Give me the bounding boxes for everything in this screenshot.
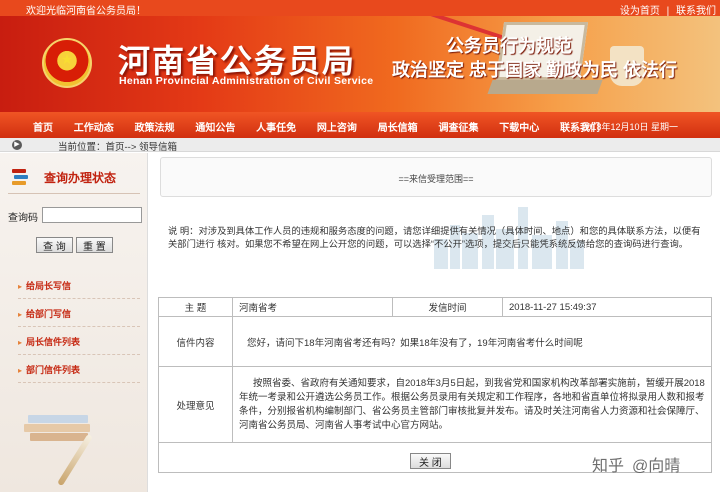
main-content: ==来信受理范围== 说 明：对涉及到具体工作人员的违规和服务态度的问题，请您详… xyxy=(150,153,720,492)
sidebar-item-director-letters[interactable]: ▸ 局长信件列表 xyxy=(18,327,140,355)
sidebar-item-label: 部门信件列表 xyxy=(26,365,81,375)
opinion-label: 处理意见 xyxy=(158,366,233,443)
content-label: 信件内容 xyxy=(158,316,233,367)
books-icon xyxy=(12,167,34,187)
breadcrumb: ▶ 当前位置：首页--> 领导信箱 xyxy=(0,138,720,153)
opinion-value: 按照省委、省政府有关通知要求，自2018年3月5日起，到我省党和国家机构改革部署… xyxy=(232,366,712,443)
arrow-icon: ▸ xyxy=(18,310,23,319)
subject-label: 主 题 xyxy=(158,297,233,317)
arrow-icon: ▸ xyxy=(18,338,23,347)
watermark: 知乎 @向晴 xyxy=(592,452,680,476)
close-button[interactable]: 关 闭 xyxy=(410,453,451,469)
sidebar: 查询办理状态 查询码 查 询 重 置 ▸ 给局长写信 ▸ 给部门写信 ▸ 局长信件列表… xyxy=(0,153,148,492)
location-arrow-icon: ▶ xyxy=(12,140,22,150)
sidebar-item-department-letters[interactable]: ▸ 部门信件列表 xyxy=(18,355,140,383)
sidebar-item-label: 给部门写信 xyxy=(26,309,72,319)
sidebar-item-label: 局长信件列表 xyxy=(26,337,81,347)
books-illustration xyxy=(20,405,110,445)
table-row: 主 题 河南省考 发信时间 2018-11-27 15:49:37 xyxy=(158,297,712,317)
watermark-author: @向晴 xyxy=(632,458,681,475)
subject-value: 河南省考 xyxy=(232,297,393,317)
watermark-brand: 知乎 xyxy=(592,458,625,475)
nav-director-mailbox[interactable]: 局长信箱 xyxy=(378,119,418,134)
main-nav: 首页 工作动态 政策法规 通知公告 人事任免 网上咨询 局长信箱 调查征集 下载… xyxy=(0,112,720,138)
letter-detail-table: 主 题 河南省考 发信时间 2018-11-27 15:49:37 信件内容 您… xyxy=(158,297,712,473)
nav-home[interactable]: 首页 xyxy=(33,119,53,134)
panel-title: ==来信受理范围== xyxy=(398,174,474,184)
laptop-base-illustration xyxy=(487,80,603,94)
reset-button[interactable]: 重 置 xyxy=(76,237,113,253)
send-time-value: 2018-11-27 15:49:37 xyxy=(502,297,712,317)
breadcrumb-text: 当前位置：首页--> 领导信箱 xyxy=(58,142,178,153)
slogan-title: 公务员行为规范 xyxy=(446,36,572,56)
slogan-line: 政治坚定 忠于国家 勤政为民 依法行 xyxy=(392,60,678,80)
sidebar-links: ▸ 给局长写信 ▸ 给部门写信 ▸ 局长信件列表 ▸ 部门信件列表 xyxy=(18,271,140,383)
query-code-input[interactable] xyxy=(42,207,142,223)
site-subtitle: Henan Provincial Administration of Civil… xyxy=(119,75,374,87)
nav-online-consult[interactable]: 网上咨询 xyxy=(317,119,357,134)
query-code-label: 查询码 xyxy=(8,213,38,224)
sidebar-header: 查询办理状态 xyxy=(44,171,117,185)
top-links: 设为首页 | 联系我们 xyxy=(616,2,716,17)
query-button[interactable]: 查 询 xyxy=(36,237,73,253)
nav-policies[interactable]: 政策法规 xyxy=(135,119,175,134)
table-row: 处理意见 按照省委、省政府有关通知要求，自2018年3月5日起，到我省党和国家机… xyxy=(158,366,712,443)
send-time-label: 发信时间 xyxy=(392,297,503,317)
nav-appointments[interactable]: 人事任免 xyxy=(256,119,296,134)
sidebar-item-write-director[interactable]: ▸ 给局长写信 xyxy=(18,271,140,299)
top-strip: 欢迎光临河南省公务员局！ 设为首页 | 联系我们 xyxy=(0,0,720,17)
sidebar-item-write-department[interactable]: ▸ 给部门写信 xyxy=(18,299,140,327)
nav-work-news[interactable]: 工作动态 xyxy=(74,119,114,134)
current-date: 2018年12月10日 星期一 xyxy=(581,122,678,132)
description-text: 说 明：对涉及到具体工作人员的违规和服务态度的问题，请您详细提供有关情况（具体时… xyxy=(168,226,701,249)
table-row: 信件内容 您好，请问下18年河南省考还有吗？如果18年没有了，19年河南省考什么… xyxy=(158,316,712,367)
national-emblem-icon: ★ xyxy=(42,38,92,88)
sidebar-item-label: 给局长写信 xyxy=(26,281,72,291)
welcome-text: 欢迎光临河南省公务员局！ xyxy=(26,6,146,17)
site-banner: ★ 河南省公务员局 Henan Provincial Administratio… xyxy=(0,16,720,112)
nav-downloads[interactable]: 下载中心 xyxy=(499,119,539,134)
divider xyxy=(8,193,140,194)
nav-surveys[interactable]: 调查征集 xyxy=(438,119,478,134)
content-value: 您好，请问下18年河南省考还有吗？如果18年没有了，19年河南省考什么时间呢 xyxy=(232,316,712,367)
nav-notices[interactable]: 通知公告 xyxy=(195,119,235,134)
arrow-icon: ▸ xyxy=(18,366,23,375)
arrow-icon: ▸ xyxy=(18,282,23,291)
